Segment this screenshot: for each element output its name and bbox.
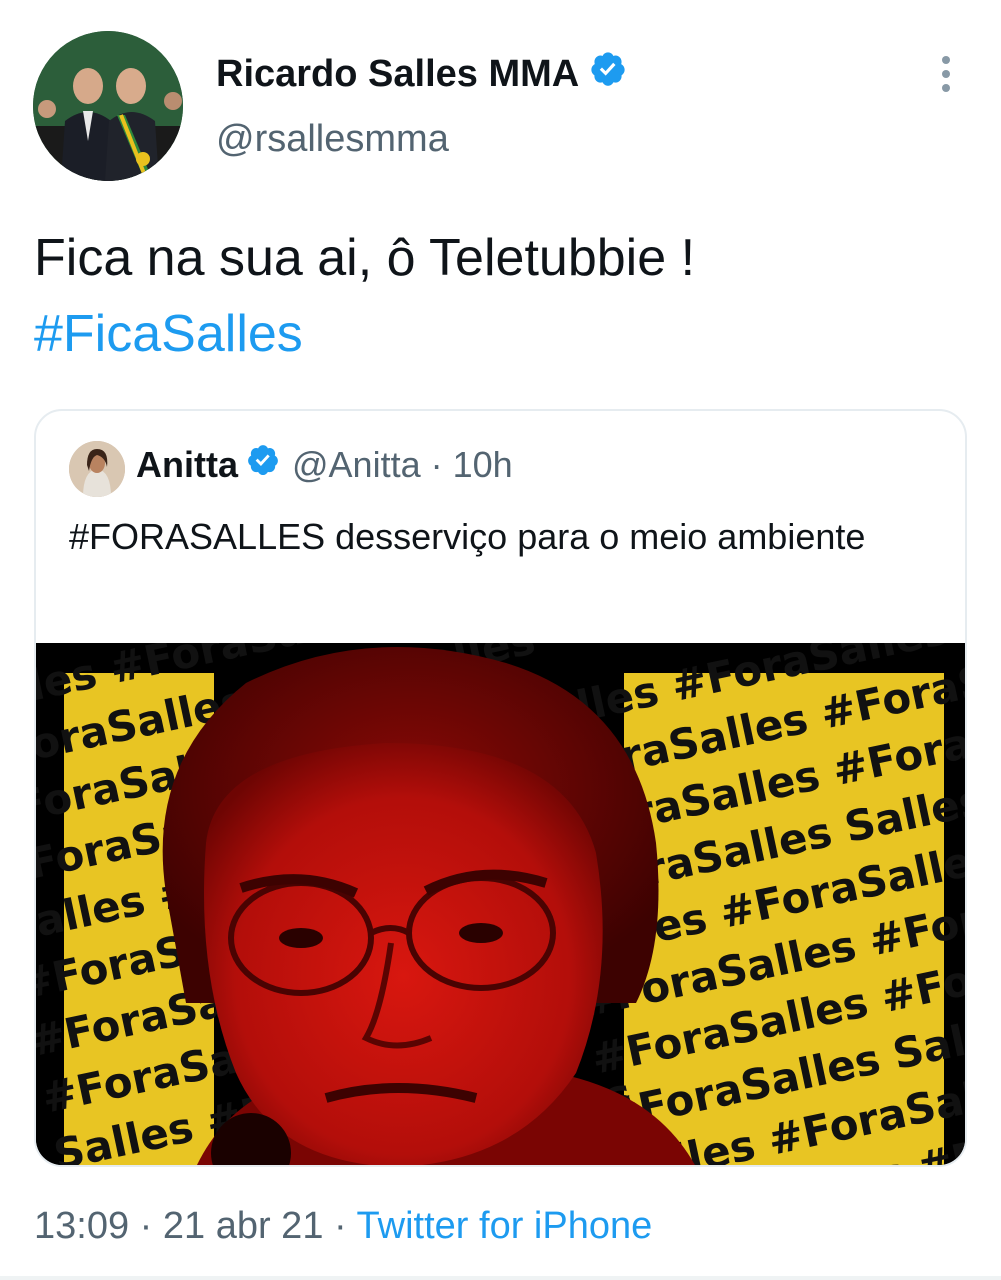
quoted-author-avatar[interactable] xyxy=(69,441,125,497)
author-handle[interactable]: @rsallesmma xyxy=(216,118,449,161)
tweet-source-link[interactable]: Twitter for iPhone xyxy=(357,1205,653,1247)
tweet-footer: 13:09 · 21 abr 21 · Twitter for iPhone xyxy=(34,1205,652,1248)
verified-badge-icon xyxy=(589,50,627,98)
quoted-tweet-time[interactable]: 10h xyxy=(453,444,513,486)
tweet-hashtag-link[interactable]: #FicaSalles xyxy=(34,296,695,372)
tweet-date[interactable]: 21 abr 21 xyxy=(163,1205,324,1247)
quoted-author-name[interactable]: Anitta xyxy=(136,444,238,486)
quoted-tweet-card[interactable]: Anitta @Anitta · 10h #FORASALLES desserv… xyxy=(34,409,967,1167)
footer-separator: · xyxy=(139,1205,153,1247)
author-avatar[interactable] xyxy=(33,31,183,181)
tweet-time[interactable]: 13:09 xyxy=(34,1205,129,1247)
bottom-divider xyxy=(0,1276,1001,1280)
quoted-tweet-text: #FORASALLES desserviço para o meio ambie… xyxy=(69,516,866,557)
tweet-body: Fica na sua ai, ô Teletubbie ! #FicaSall… xyxy=(34,220,695,372)
author-name-text[interactable]: Ricardo Salles MMA xyxy=(216,53,579,96)
quoted-tweet-header: Anitta @Anitta · 10h xyxy=(136,443,513,486)
quoted-author-handle[interactable]: @Anitta xyxy=(292,444,421,486)
more-dot xyxy=(942,56,950,64)
more-dot xyxy=(942,84,950,92)
more-options-icon[interactable] xyxy=(926,52,966,96)
author-display-name[interactable]: Ricardo Salles MMA xyxy=(216,50,627,98)
tweet-text: Fica na sua ai, ô Teletubbie ! xyxy=(34,229,696,287)
verified-badge-icon xyxy=(246,443,280,486)
header-separator: · xyxy=(430,443,443,485)
more-dot xyxy=(942,70,950,78)
quoted-tweet-image[interactable]: Salles #ForaSalles #ForaSalles #ForaSalle… xyxy=(36,643,965,1165)
footer-separator: · xyxy=(334,1205,347,1247)
